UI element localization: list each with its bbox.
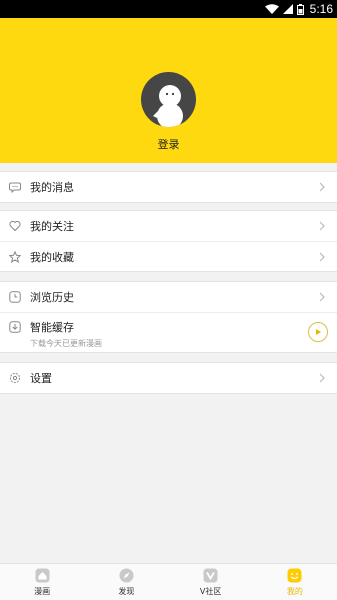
smart-cache-subtitle: 下载今天已更新漫画 bbox=[30, 339, 102, 348]
tab-v-community[interactable]: V社区 bbox=[169, 564, 253, 600]
tab-label-discover: 发现 bbox=[118, 586, 135, 596]
profile-header: 登录 bbox=[0, 18, 337, 163]
heart-icon bbox=[9, 220, 21, 232]
clock-icon bbox=[9, 291, 21, 303]
gear-icon bbox=[9, 372, 21, 384]
chevron-right-icon bbox=[317, 252, 327, 262]
menu-label-smart-cache: 智能缓存 bbox=[30, 321, 74, 334]
avatar[interactable] bbox=[141, 72, 196, 127]
menu-group-settings: 设置 bbox=[0, 362, 337, 394]
menu-item-follows[interactable]: 我的关注 bbox=[0, 211, 337, 241]
bottom-tab-bar: 漫画 发现 V社区 我的 bbox=[0, 563, 337, 600]
v-community-icon bbox=[203, 568, 219, 584]
play-icon bbox=[316, 329, 321, 335]
tab-discover[interactable]: 发现 bbox=[84, 564, 168, 600]
menu-label-history: 浏览历史 bbox=[30, 291, 74, 304]
house-icon bbox=[34, 568, 50, 584]
tab-label-mine: 我的 bbox=[286, 586, 303, 596]
compass-icon bbox=[118, 568, 134, 584]
chevron-right-icon bbox=[317, 221, 327, 231]
status-time: 5:16 bbox=[309, 2, 333, 16]
menu-item-smart-cache[interactable]: 智能缓存 下载今天已更新漫画 bbox=[0, 312, 337, 352]
login-link[interactable]: 登录 bbox=[0, 136, 337, 152]
chevron-right-icon bbox=[317, 182, 327, 192]
menu-label-settings: 设置 bbox=[30, 372, 52, 385]
menu-item-history[interactable]: 浏览历史 bbox=[0, 282, 337, 312]
status-bar: 5:16 bbox=[0, 0, 337, 18]
chevron-right-icon bbox=[317, 373, 327, 383]
battery-icon bbox=[296, 3, 304, 15]
tab-label-v-community: V社区 bbox=[199, 586, 222, 596]
tab-comics[interactable]: 漫画 bbox=[0, 564, 84, 600]
play-button[interactable] bbox=[308, 322, 328, 342]
tab-mine[interactable]: 我的 bbox=[253, 564, 337, 600]
menu-group-history: 浏览历史 智能缓存 下载今天已更新漫画 bbox=[0, 281, 337, 353]
chevron-right-icon bbox=[317, 292, 327, 302]
wifi-icon bbox=[264, 4, 279, 14]
chat-bubble-icon bbox=[9, 181, 21, 193]
menu-item-favorites[interactable]: 我的收藏 bbox=[0, 241, 337, 271]
signal-icon bbox=[282, 4, 293, 14]
menu-group-collections: 我的关注 我的收藏 bbox=[0, 210, 337, 272]
menu-item-settings[interactable]: 设置 bbox=[0, 363, 337, 393]
tab-label-comics: 漫画 bbox=[34, 586, 51, 596]
menu-label-favorites: 我的收藏 bbox=[30, 250, 74, 264]
menu-item-messages[interactable]: 我的消息 bbox=[0, 172, 337, 202]
menu-label-follows: 我的关注 bbox=[30, 220, 74, 233]
default-avatar-icon bbox=[153, 85, 183, 127]
menu-group-messages: 我的消息 bbox=[0, 171, 337, 203]
star-icon bbox=[9, 250, 21, 263]
smiley-icon bbox=[287, 568, 303, 584]
menu-label-messages: 我的消息 bbox=[30, 181, 74, 194]
download-icon bbox=[9, 321, 21, 333]
